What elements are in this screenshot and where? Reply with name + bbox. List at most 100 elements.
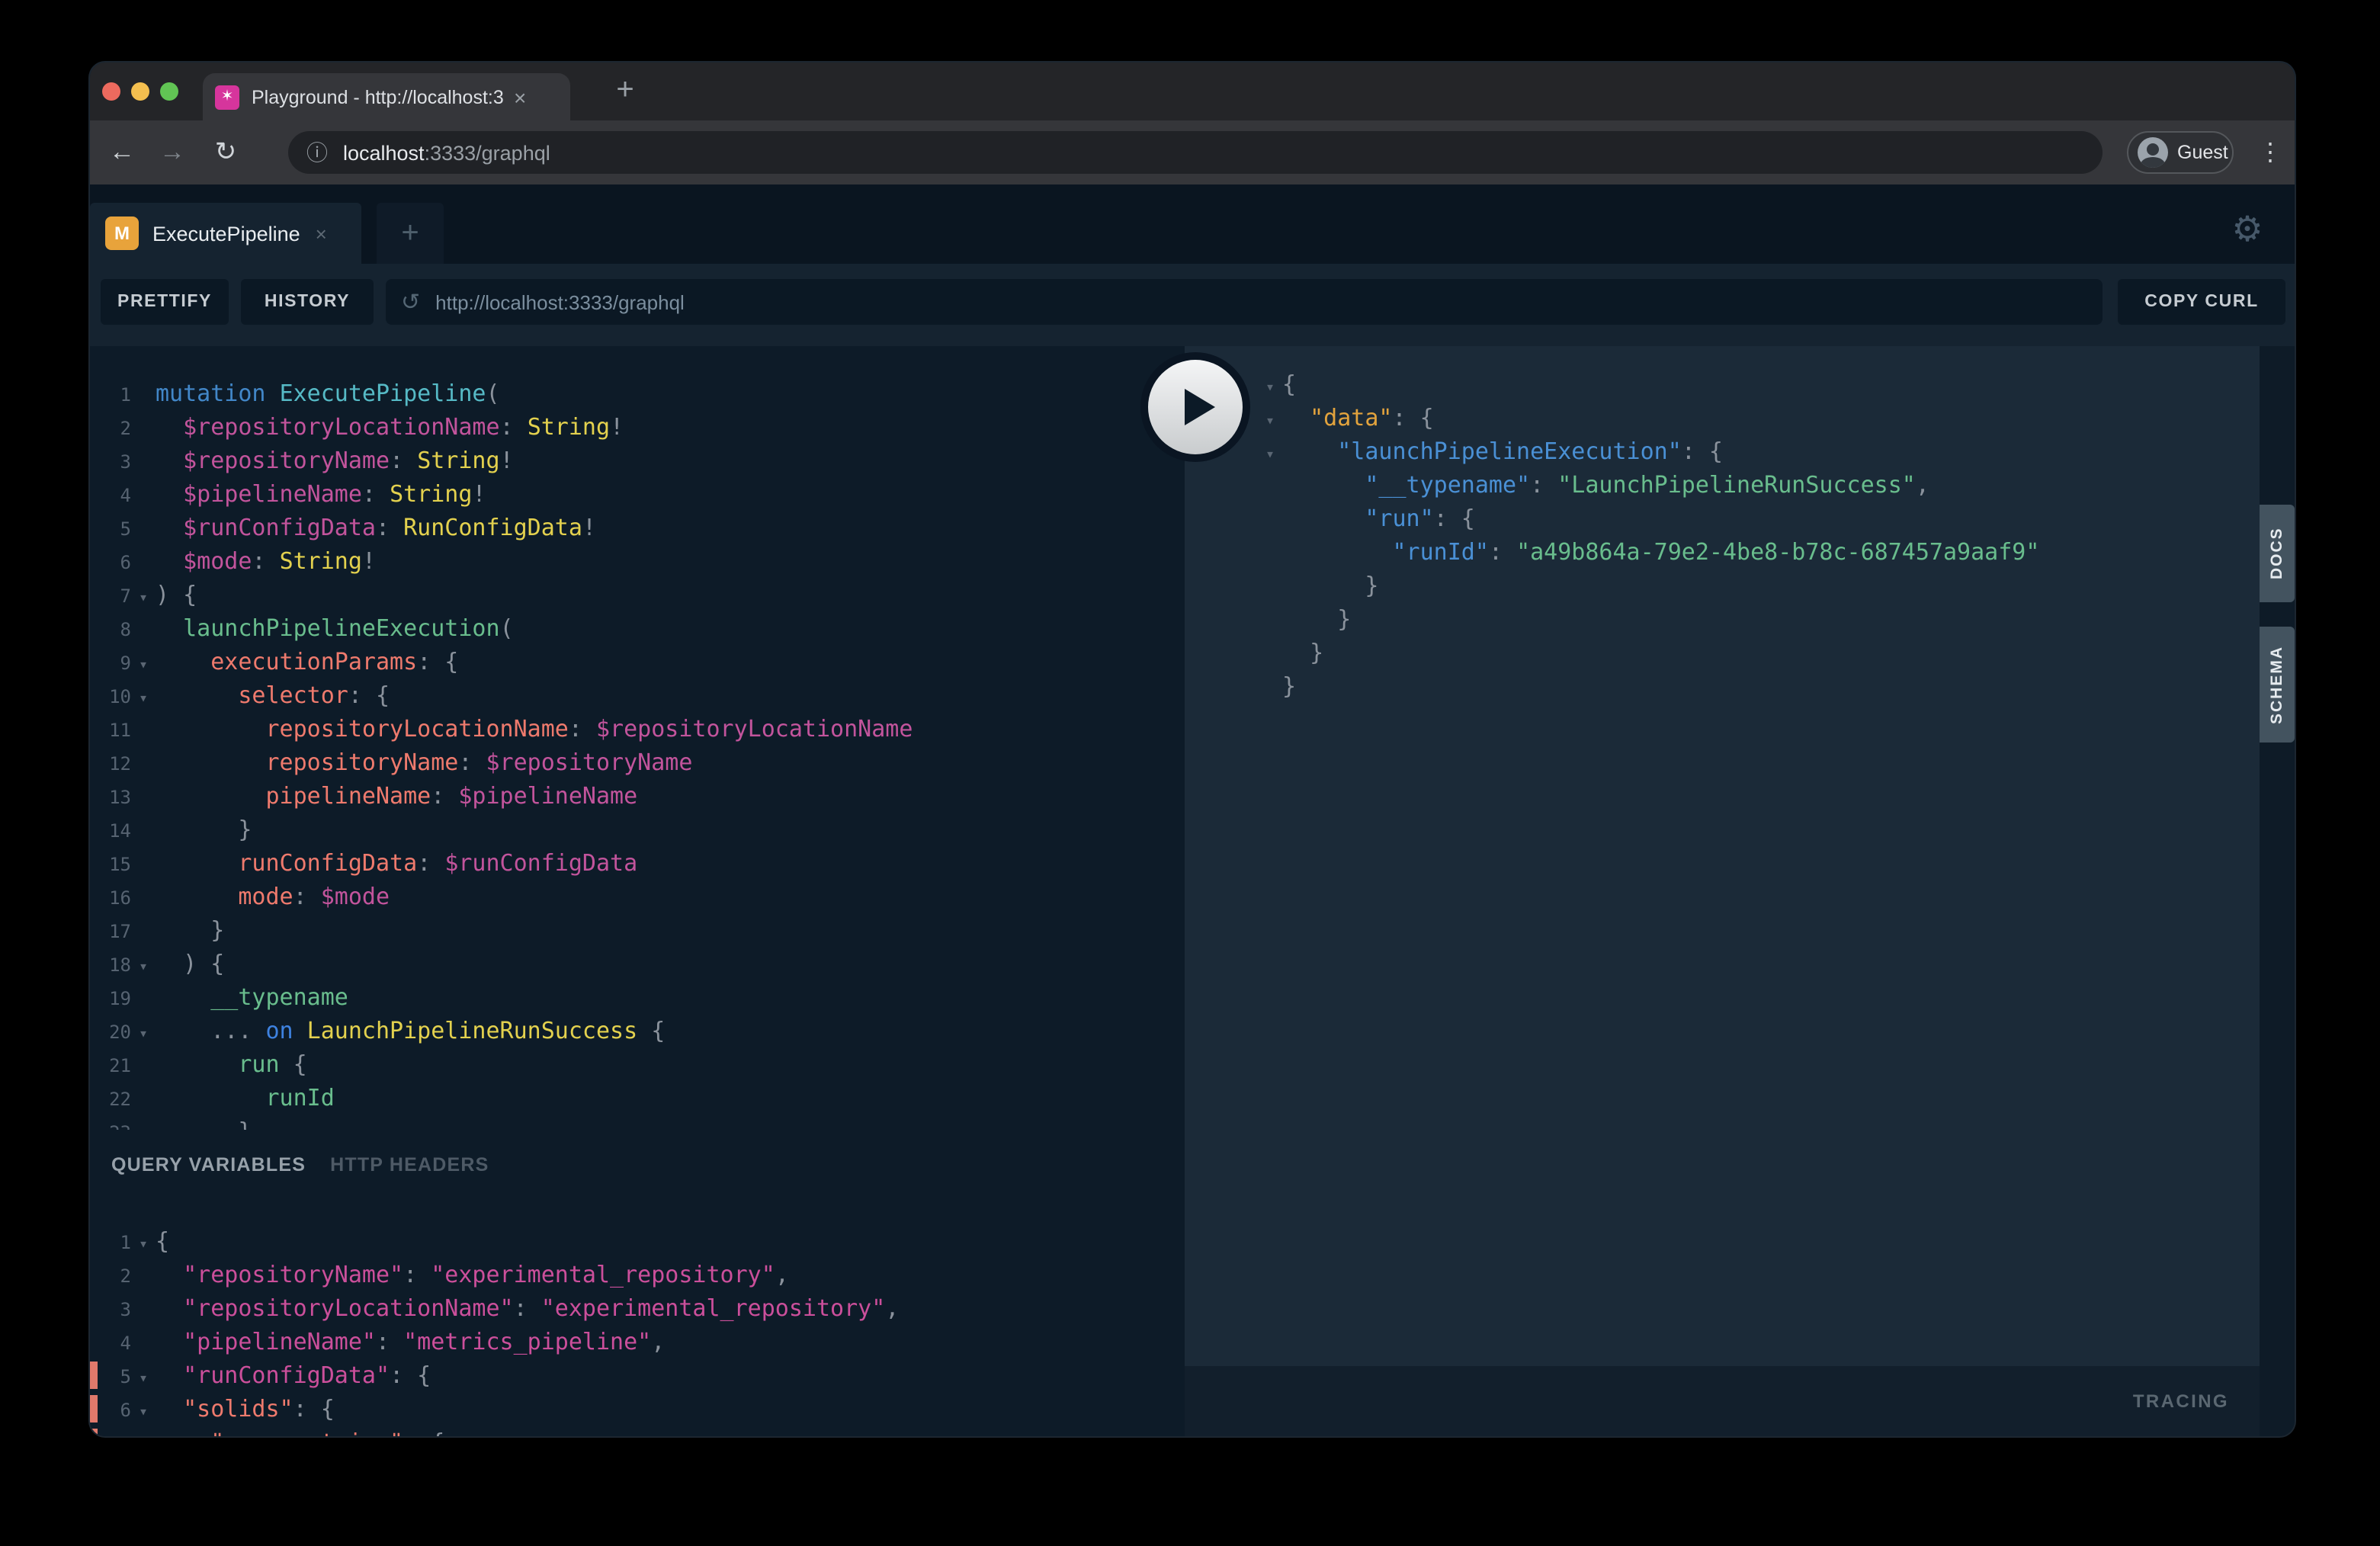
execute-button[interactable] <box>1148 360 1243 454</box>
prettify-button[interactable]: PRETTIFY <box>101 279 229 325</box>
line-number: 22 <box>90 1083 131 1116</box>
session-tab-title: ExecutePipeline <box>152 222 300 245</box>
code-line: 16 mode: $mode <box>90 880 1185 913</box>
line-number: 10 <box>90 680 131 714</box>
address-bar[interactable]: ⓘ localhost:3333/graphql <box>288 131 2103 174</box>
query-editor[interactable]: 1mutation ExecutePipeline(2 $repositoryL… <box>90 346 1185 1130</box>
code-line: 18▾ ) { <box>90 947 1185 980</box>
code-line: 7▾ "save_metrics": { <box>90 1426 1185 1436</box>
line-number: 3 <box>90 1293 131 1326</box>
playground-toolbar: PRETTIFY HISTORY ↺ http://localhost:3333… <box>90 264 2295 346</box>
code-line: ▾ "data": { <box>1258 401 2260 435</box>
tab-http-headers[interactable]: HTTP HEADERS <box>330 1154 489 1176</box>
variables-header: QUERY VARIABLES HTTP HEADERS <box>90 1130 1185 1200</box>
code-line: 5 $runConfigData: RunConfigData! <box>90 511 1185 544</box>
playground-tabstrip: M ExecutePipeline × + ⚙ <box>90 184 2295 264</box>
code-line: 6▾ "solids": { <box>90 1392 1185 1426</box>
response-viewer[interactable]: ▾{▾ "data": {▾ "launchPipelineExecution"… <box>1185 346 2260 1366</box>
code-line: 10▾ selector: { <box>90 678 1185 712</box>
profile-button[interactable]: Guest <box>2127 131 2234 174</box>
variables-editor[interactable]: 1▾{2 "repositoryName": "experimental_rep… <box>90 1200 1185 1436</box>
line-number: 11 <box>90 714 131 747</box>
line-number: 4 <box>90 479 131 512</box>
play-icon <box>1185 389 1215 425</box>
code-line: 3 "repositoryLocationName": "experimenta… <box>90 1291 1185 1325</box>
traffic-close-icon[interactable] <box>102 82 120 101</box>
traffic-minimize-icon[interactable] <box>131 82 149 101</box>
line-number: 2 <box>90 1259 131 1293</box>
code-line: 4 "pipelineName": "metrics_pipeline", <box>90 1325 1185 1358</box>
line-number: 20 <box>90 1015 131 1049</box>
line-number: 19 <box>90 982 131 1015</box>
code-line: ▾{ <box>1258 367 2260 401</box>
tab-close-icon[interactable]: × <box>514 86 526 107</box>
code-line: 19 __typename <box>90 980 1185 1014</box>
endpoint-url: http://localhost:3333/graphql <box>435 290 685 313</box>
copy-curl-button[interactable]: COPY CURL <box>2118 279 2285 325</box>
url-path: :3333/graphql <box>425 141 550 164</box>
response-footer: TRACING <box>1185 1366 2260 1436</box>
code-line: 11 repositoryLocationName: $repositoryLo… <box>90 712 1185 746</box>
browser-menu-icon[interactable]: ⋮ <box>2252 120 2289 184</box>
playground-main: 1mutation ExecutePipeline(2 $repositoryL… <box>90 346 2295 1436</box>
line-number: 15 <box>90 848 131 881</box>
code-line: 12 repositoryName: $repositoryName <box>90 746 1185 779</box>
code-line: 7▾) { <box>90 578 1185 611</box>
line-number: 21 <box>90 1049 131 1083</box>
code-line: 4 $pipelineName: String! <box>90 477 1185 511</box>
code-line: 17 } <box>90 913 1185 947</box>
code-line: 6 $mode: String! <box>90 544 1185 578</box>
line-number: 17 <box>90 915 131 948</box>
line-number: 16 <box>90 881 131 915</box>
code-line: 1▾{ <box>90 1224 1185 1258</box>
fold-arrow-icon[interactable]: ▾ <box>131 1430 156 1436</box>
line-number: 6 <box>90 546 131 579</box>
query-pane: 1mutation ExecutePipeline(2 $repositoryL… <box>90 346 1185 1436</box>
history-button[interactable]: HISTORY <box>241 279 374 325</box>
code-line: 5▾ "runConfigData": { <box>90 1358 1185 1392</box>
code-line: 1mutation ExecutePipeline( <box>90 377 1185 410</box>
browser-tabstrip: ✶ Playground - http://localhost:3 × + <box>90 63 2295 120</box>
traffic-zoom-icon[interactable] <box>160 82 178 101</box>
code-line: 14 } <box>90 813 1185 846</box>
tracing-toggle[interactable]: TRACING <box>2133 1390 2229 1412</box>
code-line: 21 run { <box>90 1047 1185 1081</box>
line-number: 18 <box>90 948 131 982</box>
code-line: 15 runConfigData: $runConfigData <box>90 846 1185 880</box>
new-session-button[interactable]: + <box>377 203 444 264</box>
lint-mark <box>90 1429 98 1436</box>
tab-docs[interactable]: DOCS <box>2260 505 2295 602</box>
code-line: 13 pipelineName: $pipelineName <box>90 779 1185 813</box>
browser-tab[interactable]: ✶ Playground - http://localhost:3 × <box>203 73 570 120</box>
line-number: 1 <box>90 378 131 412</box>
endpoint-input[interactable]: ↺ http://localhost:3333/graphql <box>386 279 2103 325</box>
session-tab[interactable]: M ExecutePipeline × <box>90 203 361 264</box>
code-line: } <box>1258 569 2260 602</box>
code-line: } <box>1258 602 2260 636</box>
tab-query-variables[interactable]: QUERY VARIABLES <box>111 1154 306 1176</box>
code-line: 9▾ executionParams: { <box>90 645 1185 678</box>
graphql-favicon-icon: ✶ <box>215 85 239 109</box>
back-icon[interactable]: ← <box>102 120 142 184</box>
session-tab-close-icon[interactable]: × <box>316 222 327 245</box>
new-tab-button[interactable]: + <box>602 67 648 113</box>
code-line: "__typename": "LaunchPipelineRunSuccess"… <box>1258 468 2260 502</box>
site-info-icon[interactable]: ⓘ <box>306 137 328 168</box>
browser-toolbar: ← → ↻ ⓘ localhost:3333/graphql Guest ⋮ <box>90 120 2295 184</box>
endpoint-reload-icon[interactable]: ↺ <box>401 288 420 316</box>
reload-icon[interactable]: ↻ <box>206 120 245 184</box>
code-line: } <box>1258 636 2260 669</box>
forward-icon[interactable]: → <box>152 120 192 184</box>
profile-label: Guest <box>2177 142 2228 163</box>
tab-schema[interactable]: SCHEMA <box>2260 627 2295 743</box>
side-tabstrip: DOCS SCHEMA <box>2260 346 2295 1436</box>
code-line: 8 launchPipelineExecution( <box>90 611 1185 645</box>
line-number: 5 <box>90 512 131 546</box>
lint-mark <box>90 1395 98 1423</box>
code-line: 2 $repositoryLocationName: String! <box>90 410 1185 444</box>
code-line: } <box>1258 669 2260 703</box>
settings-gear-icon[interactable]: ⚙ <box>2221 203 2273 255</box>
line-number: 9 <box>90 646 131 680</box>
browser-tab-title: Playground - http://localhost:3 <box>252 86 508 107</box>
line-number: 2 <box>90 412 131 445</box>
